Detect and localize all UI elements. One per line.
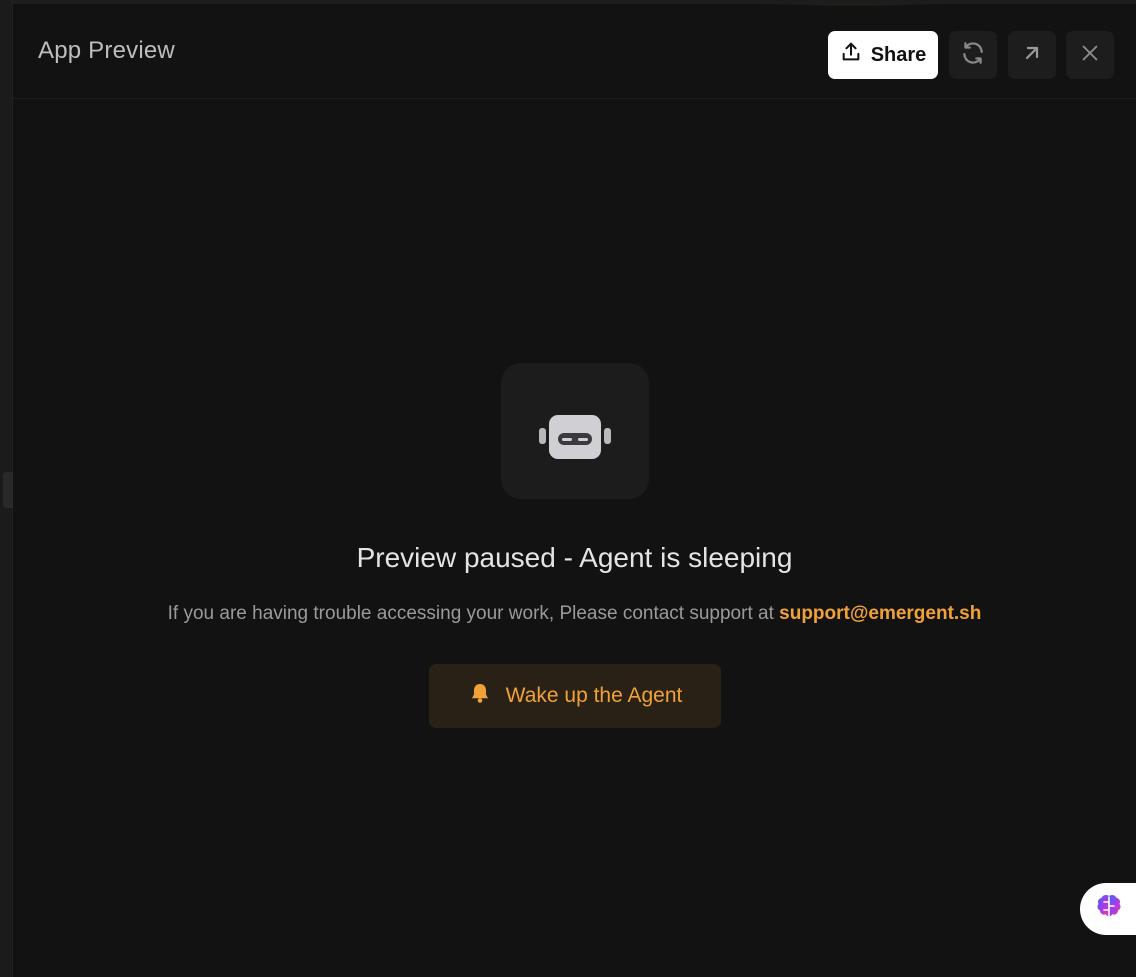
robot-icon (537, 403, 613, 464)
assistant-fab[interactable] (1080, 883, 1136, 935)
support-text: If you are having trouble accessing your… (167, 603, 774, 624)
open-in-new-tab-button[interactable] (1008, 31, 1056, 79)
refresh-icon (960, 40, 986, 71)
arrow-up-right-icon (1020, 41, 1044, 70)
upload-icon (840, 41, 862, 69)
refresh-button[interactable] (949, 31, 997, 79)
close-button[interactable] (1066, 31, 1114, 79)
share-label: Share (870, 43, 927, 66)
page-title: App Preview (38, 37, 175, 64)
brain-icon (1094, 892, 1124, 927)
support-message: If you are having trouble accessing your… (13, 603, 1136, 625)
preview-header: App Preview Share (13, 0, 1136, 99)
close-icon (1079, 42, 1101, 69)
robot-avatar-box (501, 363, 649, 499)
wake-agent-button[interactable]: Wake up the Agent (429, 664, 721, 728)
wake-label: Wake up the Agent (505, 684, 683, 707)
share-button[interactable]: Share (828, 31, 938, 79)
bell-icon (468, 681, 492, 711)
paused-headline: Preview paused - Agent is sleeping (356, 542, 793, 573)
support-email-link[interactable]: support@emergent.sh (779, 603, 981, 624)
app-preview-panel: App Preview Share Preview paused - Agent… (13, 0, 1136, 977)
